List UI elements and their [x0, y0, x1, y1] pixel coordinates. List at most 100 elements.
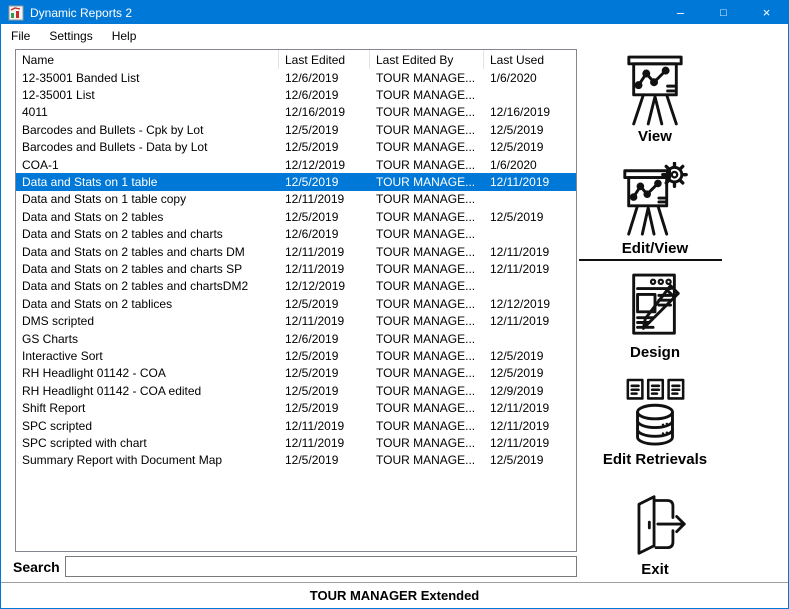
table-row[interactable]: Data and Stats on 2 tablices 12/5/2019 T…	[16, 295, 576, 312]
table-row[interactable]: Data and Stats on 2 tables and charts 12…	[16, 226, 576, 243]
cell-last-used: 1/6/2020	[483, 69, 576, 86]
search-label: Search	[13, 559, 60, 575]
maximize-button[interactable]: □	[702, 1, 745, 24]
search-input[interactable]	[65, 556, 577, 577]
panel-separator	[579, 259, 722, 261]
cell-last-used: 12/11/2019	[483, 260, 576, 277]
cell-last-used	[483, 191, 576, 208]
cell-last-edited: 12/5/2019	[278, 208, 369, 225]
table-row[interactable]: Data and Stats on 1 table 12/5/2019 TOUR…	[16, 173, 576, 190]
cell-name: Barcodes and Bullets - Data by Lot	[16, 139, 278, 156]
table-row[interactable]: SPC scripted with chart 12/11/2019 TOUR …	[16, 434, 576, 451]
status-text: TOUR MANAGER Extended	[310, 588, 480, 603]
cell-last-used: 12/11/2019	[483, 434, 576, 451]
table-row[interactable]: Interactive Sort 12/5/2019 TOUR MANAGE..…	[16, 347, 576, 364]
cell-last-edited-by: TOUR MANAGE...	[369, 104, 483, 121]
view-button[interactable]: View	[579, 54, 731, 145]
cell-last-edited: 12/12/2019	[278, 278, 369, 295]
cell-last-used: 12/16/2019	[483, 104, 576, 121]
table-row[interactable]: Data and Stats on 1 table copy 12/11/201…	[16, 191, 576, 208]
menu-file[interactable]: File	[2, 25, 39, 47]
cell-last-edited: 12/5/2019	[278, 173, 369, 190]
table-row[interactable]: Summary Report with Document Map 12/5/20…	[16, 452, 576, 469]
cell-name: Shift Report	[16, 399, 278, 416]
cell-last-used: 1/6/2020	[483, 156, 576, 173]
cell-last-used: 12/11/2019	[483, 417, 576, 434]
column-header-name[interactable]: Name	[16, 50, 278, 69]
cell-last-edited-by: TOUR MANAGE...	[369, 156, 483, 173]
cell-name: Data and Stats on 2 tables and charts DM	[16, 243, 278, 260]
report-list-header: Name Last Edited Last Edited By Last Use…	[16, 50, 576, 69]
cell-last-edited: 12/6/2019	[278, 69, 369, 86]
menu-settings[interactable]: Settings	[40, 25, 101, 47]
edit-retrievals-button[interactable]: Edit Retrievals	[579, 377, 731, 468]
cell-last-edited-by: TOUR MANAGE...	[369, 69, 483, 86]
table-row[interactable]: Data and Stats on 2 tables 12/5/2019 TOU…	[16, 208, 576, 225]
cell-name: Data and Stats on 1 table	[16, 173, 278, 190]
cell-name: 12-35001 List	[16, 86, 278, 103]
window-title: Dynamic Reports 2	[30, 6, 659, 20]
cell-last-used	[483, 330, 576, 347]
table-row[interactable]: 12-35001 List 12/6/2019 TOUR MANAGE...	[16, 86, 576, 103]
cell-last-edited-by: TOUR MANAGE...	[369, 86, 483, 103]
table-row[interactable]: Data and Stats on 2 tables and charts DM…	[16, 243, 576, 260]
column-header-last-edited[interactable]: Last Edited	[278, 50, 369, 69]
column-header-last-edited-by[interactable]: Last Edited By	[369, 50, 483, 69]
table-row[interactable]: 4011 12/16/2019 TOUR MANAGE... 12/16/201…	[16, 104, 576, 121]
edit-view-label: Edit/View	[622, 240, 688, 257]
cell-name: Data and Stats on 2 tables and charts	[16, 226, 278, 243]
cell-last-used: 12/11/2019	[483, 243, 576, 260]
exit-button[interactable]: Exit	[579, 491, 731, 578]
cell-last-edited: 12/6/2019	[278, 330, 369, 347]
table-row[interactable]: 12-35001 Banded List 12/6/2019 TOUR MANA…	[16, 69, 576, 86]
minimize-button[interactable]: –	[659, 1, 702, 24]
cell-last-used: 12/5/2019	[483, 121, 576, 138]
cell-last-edited-by: TOUR MANAGE...	[369, 243, 483, 260]
document-pencil-icon	[624, 272, 686, 342]
table-row[interactable]: Shift Report 12/5/2019 TOUR MANAGE... 12…	[16, 399, 576, 416]
table-row[interactable]: COA-1 12/12/2019 TOUR MANAGE... 1/6/2020	[16, 156, 576, 173]
cell-name: Summary Report with Document Map	[16, 452, 278, 469]
cell-last-edited: 12/5/2019	[278, 347, 369, 364]
close-button[interactable]: ×	[745, 1, 788, 24]
table-row[interactable]: Data and Stats on 2 tables and charts SP…	[16, 260, 576, 277]
cell-name: Data and Stats on 2 tables and chartsDM2	[16, 278, 278, 295]
cell-last-used: 12/11/2019	[483, 312, 576, 329]
cell-last-edited-by: TOUR MANAGE...	[369, 226, 483, 243]
title-bar: Dynamic Reports 2 – □ ×	[1, 1, 788, 24]
report-list-rows: 12-35001 Banded List 12/6/2019 TOUR MANA…	[16, 69, 576, 469]
column-header-last-used[interactable]: Last Used	[483, 50, 576, 69]
cell-last-edited: 12/11/2019	[278, 191, 369, 208]
table-row[interactable]: Data and Stats on 2 tables and chartsDM2…	[16, 278, 576, 295]
cell-last-used: 12/9/2019	[483, 382, 576, 399]
table-row[interactable]: RH Headlight 01142 - COA 12/5/2019 TOUR …	[16, 365, 576, 382]
table-row[interactable]: GS Charts 12/6/2019 TOUR MANAGE...	[16, 330, 576, 347]
cell-last-edited: 12/5/2019	[278, 295, 369, 312]
cell-last-used: 12/11/2019	[483, 173, 576, 190]
cell-last-edited-by: TOUR MANAGE...	[369, 260, 483, 277]
window-controls: – □ ×	[659, 1, 788, 24]
cell-last-used: 12/12/2019	[483, 295, 576, 312]
cell-name: Data and Stats on 2 tables and charts SP	[16, 260, 278, 277]
table-row[interactable]: RH Headlight 01142 - COA edited 12/5/201…	[16, 382, 576, 399]
edit-view-button[interactable]: Edit/View	[579, 162, 731, 257]
cell-last-edited: 12/5/2019	[278, 452, 369, 469]
cell-last-edited: 12/11/2019	[278, 417, 369, 434]
cell-name: SPC scripted	[16, 417, 278, 434]
cell-last-used: 12/5/2019	[483, 347, 576, 364]
cell-last-used: 12/11/2019	[483, 399, 576, 416]
cell-last-used: 12/5/2019	[483, 452, 576, 469]
cell-last-edited-by: TOUR MANAGE...	[369, 139, 483, 156]
table-row[interactable]: Barcodes and Bullets - Data by Lot 12/5/…	[16, 139, 576, 156]
cell-last-edited: 12/11/2019	[278, 312, 369, 329]
menu-help[interactable]: Help	[103, 25, 146, 47]
table-row[interactable]: Barcodes and Bullets - Cpk by Lot 12/5/2…	[16, 121, 576, 138]
cell-name: Data and Stats on 2 tables	[16, 208, 278, 225]
table-row[interactable]: DMS scripted 12/11/2019 TOUR MANAGE... 1…	[16, 312, 576, 329]
cell-last-used	[483, 86, 576, 103]
cell-name: 12-35001 Banded List	[16, 69, 278, 86]
table-row[interactable]: SPC scripted 12/11/2019 TOUR MANAGE... 1…	[16, 417, 576, 434]
cell-last-edited-by: TOUR MANAGE...	[369, 208, 483, 225]
cell-last-edited-by: TOUR MANAGE...	[369, 434, 483, 451]
design-button[interactable]: Design	[579, 272, 731, 361]
